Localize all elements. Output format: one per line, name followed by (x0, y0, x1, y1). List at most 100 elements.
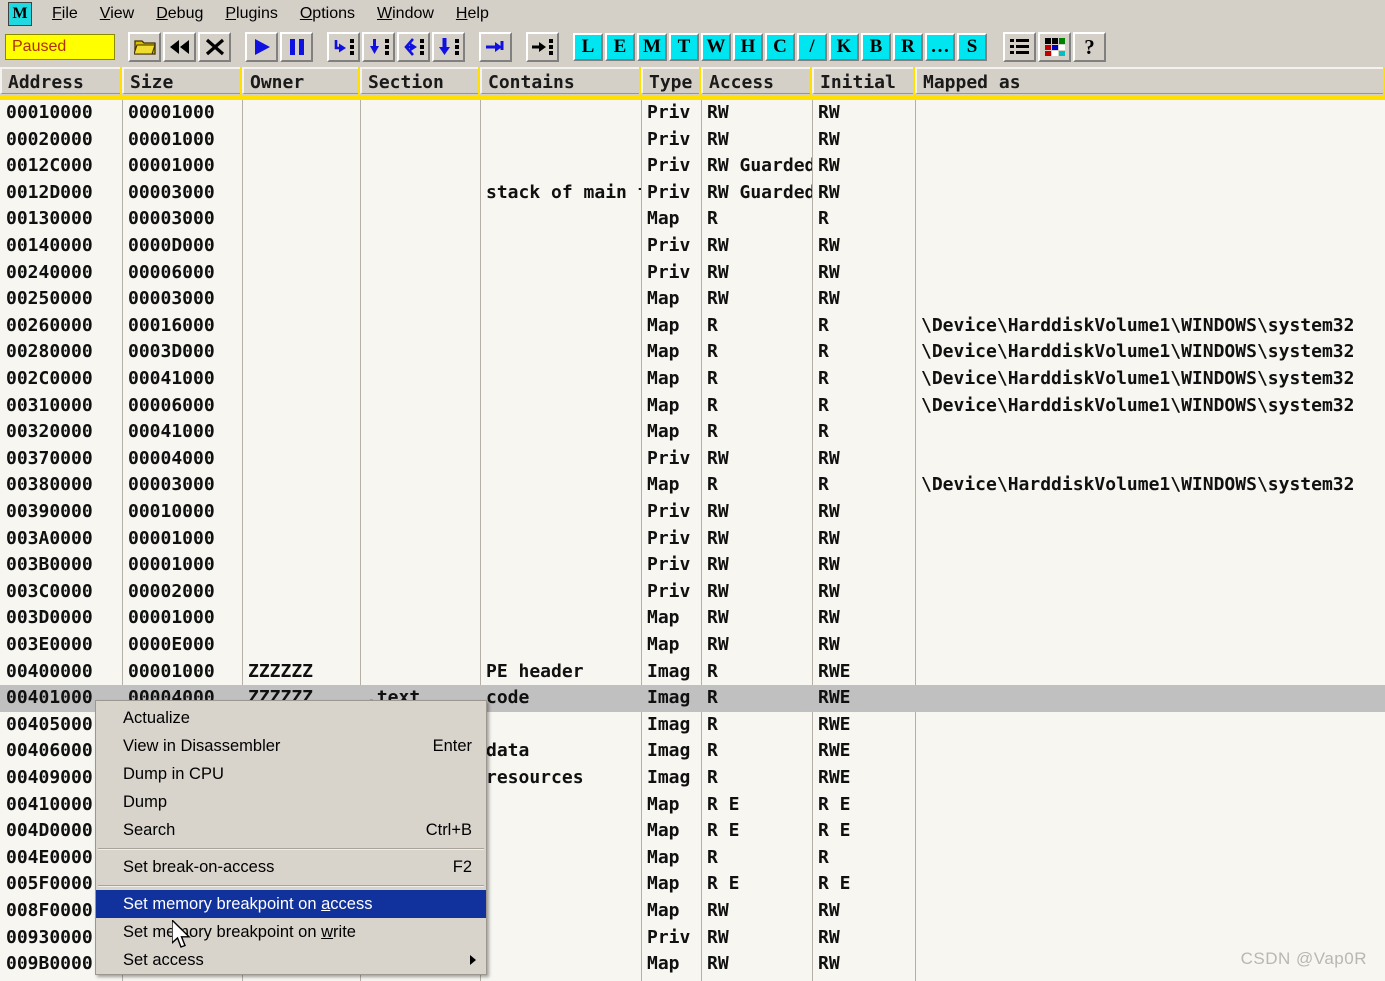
patches-button[interactable]: / (797, 33, 827, 61)
cell-initial: RW (818, 181, 840, 203)
execute-till-cursor-icon[interactable] (526, 32, 559, 62)
cell-address: 00400000 (6, 660, 93, 682)
cell-contains (480, 313, 641, 340)
table-row[interactable]: 003E0000 0000E000 Map RW RW (0, 632, 1385, 659)
breakpoints-button[interactable]: B (861, 33, 891, 61)
ctx-dump[interactable]: Dump (96, 788, 486, 816)
menu-view[interactable]: View (89, 3, 145, 25)
column-owner[interactable]: Owner (242, 67, 360, 96)
threads-button[interactable]: T (669, 33, 699, 61)
menu-debug[interactable]: Debug (145, 3, 214, 25)
cell-access: RW (707, 953, 729, 975)
handles-button[interactable]: H (733, 33, 763, 61)
log-window-button[interactable]: L (573, 33, 603, 61)
cell-size: 00006000 (128, 394, 215, 416)
table-row[interactable]: 0012C000 00001000 Priv RW Guarded RW (0, 153, 1385, 180)
windows-button[interactable]: W (701, 33, 731, 61)
help-icon[interactable]: ? (1073, 32, 1106, 62)
options-list-icon[interactable] (1003, 32, 1036, 62)
ctx-set-access[interactable]: Set access (96, 946, 486, 974)
menu-help[interactable]: Help (445, 3, 500, 25)
step-into-icon[interactable] (327, 32, 360, 62)
table-row[interactable]: 0012D000 00003000 stack of main thread Priv… (0, 180, 1385, 207)
cpu-button[interactable]: C (765, 33, 795, 61)
cell-owner (242, 579, 360, 606)
run-icon[interactable] (245, 32, 278, 62)
menu-plugins[interactable]: Plugins (214, 3, 288, 25)
ctx-search[interactable]: Search Ctrl+B (96, 816, 486, 844)
menu-file[interactable]: File (41, 3, 89, 25)
table-row[interactable]: 003C0000 00002000 Priv RW RW (0, 579, 1385, 606)
table-row[interactable]: 002C0000 00041000 Map R R \Device\HarddiskVol… (0, 366, 1385, 393)
table-row[interactable]: 00250000 00003000 Map RW RW (0, 286, 1385, 313)
context-menu[interactable]: Actualize View in Disassembler Enter Dump i… (95, 700, 487, 975)
source-button[interactable]: S (957, 33, 987, 61)
table-row[interactable]: 00380000 00003000 Map R R \Device\HarddiskVol… (0, 472, 1385, 499)
table-row[interactable]: 00390000 00010000 Priv RW RW (0, 499, 1385, 526)
menu-options[interactable]: Options (289, 3, 366, 25)
ctx-set-memory-breakpoint-on-access[interactable]: Set memory breakpoint on access (96, 890, 486, 918)
trace-over-icon[interactable] (432, 32, 465, 62)
open-file-icon[interactable] (128, 32, 161, 62)
cell-mapped (915, 845, 1385, 872)
cell-type: Map (647, 793, 680, 815)
cell-owner (242, 180, 360, 207)
menu-window[interactable]: Window (366, 3, 445, 25)
run-trace-button[interactable]: … (925, 33, 955, 61)
table-row[interactable]: 00020000 00001000 Priv RW RW (0, 127, 1385, 154)
column-contains[interactable]: Contains (480, 67, 641, 96)
executable-modules-button[interactable]: E (605, 33, 635, 61)
close-program-icon[interactable] (198, 32, 231, 62)
cell-owner (242, 127, 360, 154)
appearance-icon[interactable] (1038, 32, 1071, 62)
cell-mapped (915, 526, 1385, 553)
cell-access: RW (707, 447, 729, 469)
column-size-label: Size (122, 67, 240, 94)
ctx-view-in-disassembler[interactable]: View in Disassembler Enter (96, 732, 486, 760)
cell-type: Map (647, 288, 680, 310)
cell-type: Map (647, 208, 680, 230)
table-row[interactable]: 00010000 00001000 Priv RW RW (0, 100, 1385, 127)
trace-into-icon[interactable] (397, 32, 430, 62)
column-address[interactable]: Address (0, 67, 122, 96)
cell-section (360, 659, 480, 686)
step-over-icon[interactable] (362, 32, 395, 62)
cell-initial: RWE (818, 687, 851, 709)
table-row[interactable]: 003D0000 00001000 Map RW RW (0, 605, 1385, 632)
column-section[interactable]: Section (360, 67, 480, 96)
pause-icon[interactable] (280, 32, 313, 62)
table-row[interactable]: 00280000 0003D000 Map R R \Device\HarddiskVol… (0, 339, 1385, 366)
restart-icon[interactable] (163, 32, 196, 62)
table-row[interactable]: 003A0000 00001000 Priv RW RW (0, 526, 1385, 553)
table-row[interactable]: 00130000 00003000 Map R R (0, 206, 1385, 233)
execute-till-return-icon[interactable] (479, 32, 512, 62)
cell-mapped (915, 206, 1385, 233)
table-row[interactable]: 00320000 00041000 Map R R (0, 419, 1385, 446)
ctx-actualize[interactable]: Actualize (96, 704, 486, 732)
column-size[interactable]: Size (122, 67, 242, 96)
column-type[interactable]: Type (641, 67, 701, 96)
column-mapped-as[interactable]: Mapped as (915, 67, 1385, 96)
table-row[interactable]: 00260000 00016000 Map R R \Device\HarddiskVol… (0, 313, 1385, 340)
cell-contains (480, 127, 641, 154)
table-row[interactable]: 00400000 00001000 ZZZZZZ PE header Imag R RWE (0, 659, 1385, 686)
cell-access: RW (707, 554, 729, 576)
table-row[interactable]: 00310000 00006000 Map R R \Device\HarddiskVol… (0, 393, 1385, 420)
references-button[interactable]: R (893, 33, 923, 61)
ctx-dump-in-cpu[interactable]: Dump in CPU (96, 760, 486, 788)
table-row[interactable]: 00370000 00004000 Priv RW RW (0, 446, 1385, 473)
memory-map-button[interactable]: M (637, 33, 667, 61)
cell-type: Map (647, 607, 680, 629)
column-access[interactable]: Access (701, 67, 812, 96)
ctx-set-break-on-access[interactable]: Set break-on-access F2 (96, 853, 486, 881)
ctx-set-memory-breakpoint-on-write[interactable]: Set memory breakpoint on write (96, 918, 486, 946)
column-initial[interactable]: Initial (812, 67, 915, 96)
call-stack-button[interactable]: K (829, 33, 859, 61)
table-row[interactable]: 00140000 0000D000 Priv RW RW (0, 233, 1385, 260)
table-row[interactable]: 003B0000 00001000 Priv RW RW (0, 552, 1385, 579)
cell-contains (480, 339, 641, 366)
table-row[interactable]: 00240000 00006000 Priv RW RW (0, 260, 1385, 287)
ctx-actualize-label: Actualize (123, 709, 190, 727)
cell-size: 00016000 (128, 314, 215, 336)
cell-size: 00004000 (128, 447, 215, 469)
